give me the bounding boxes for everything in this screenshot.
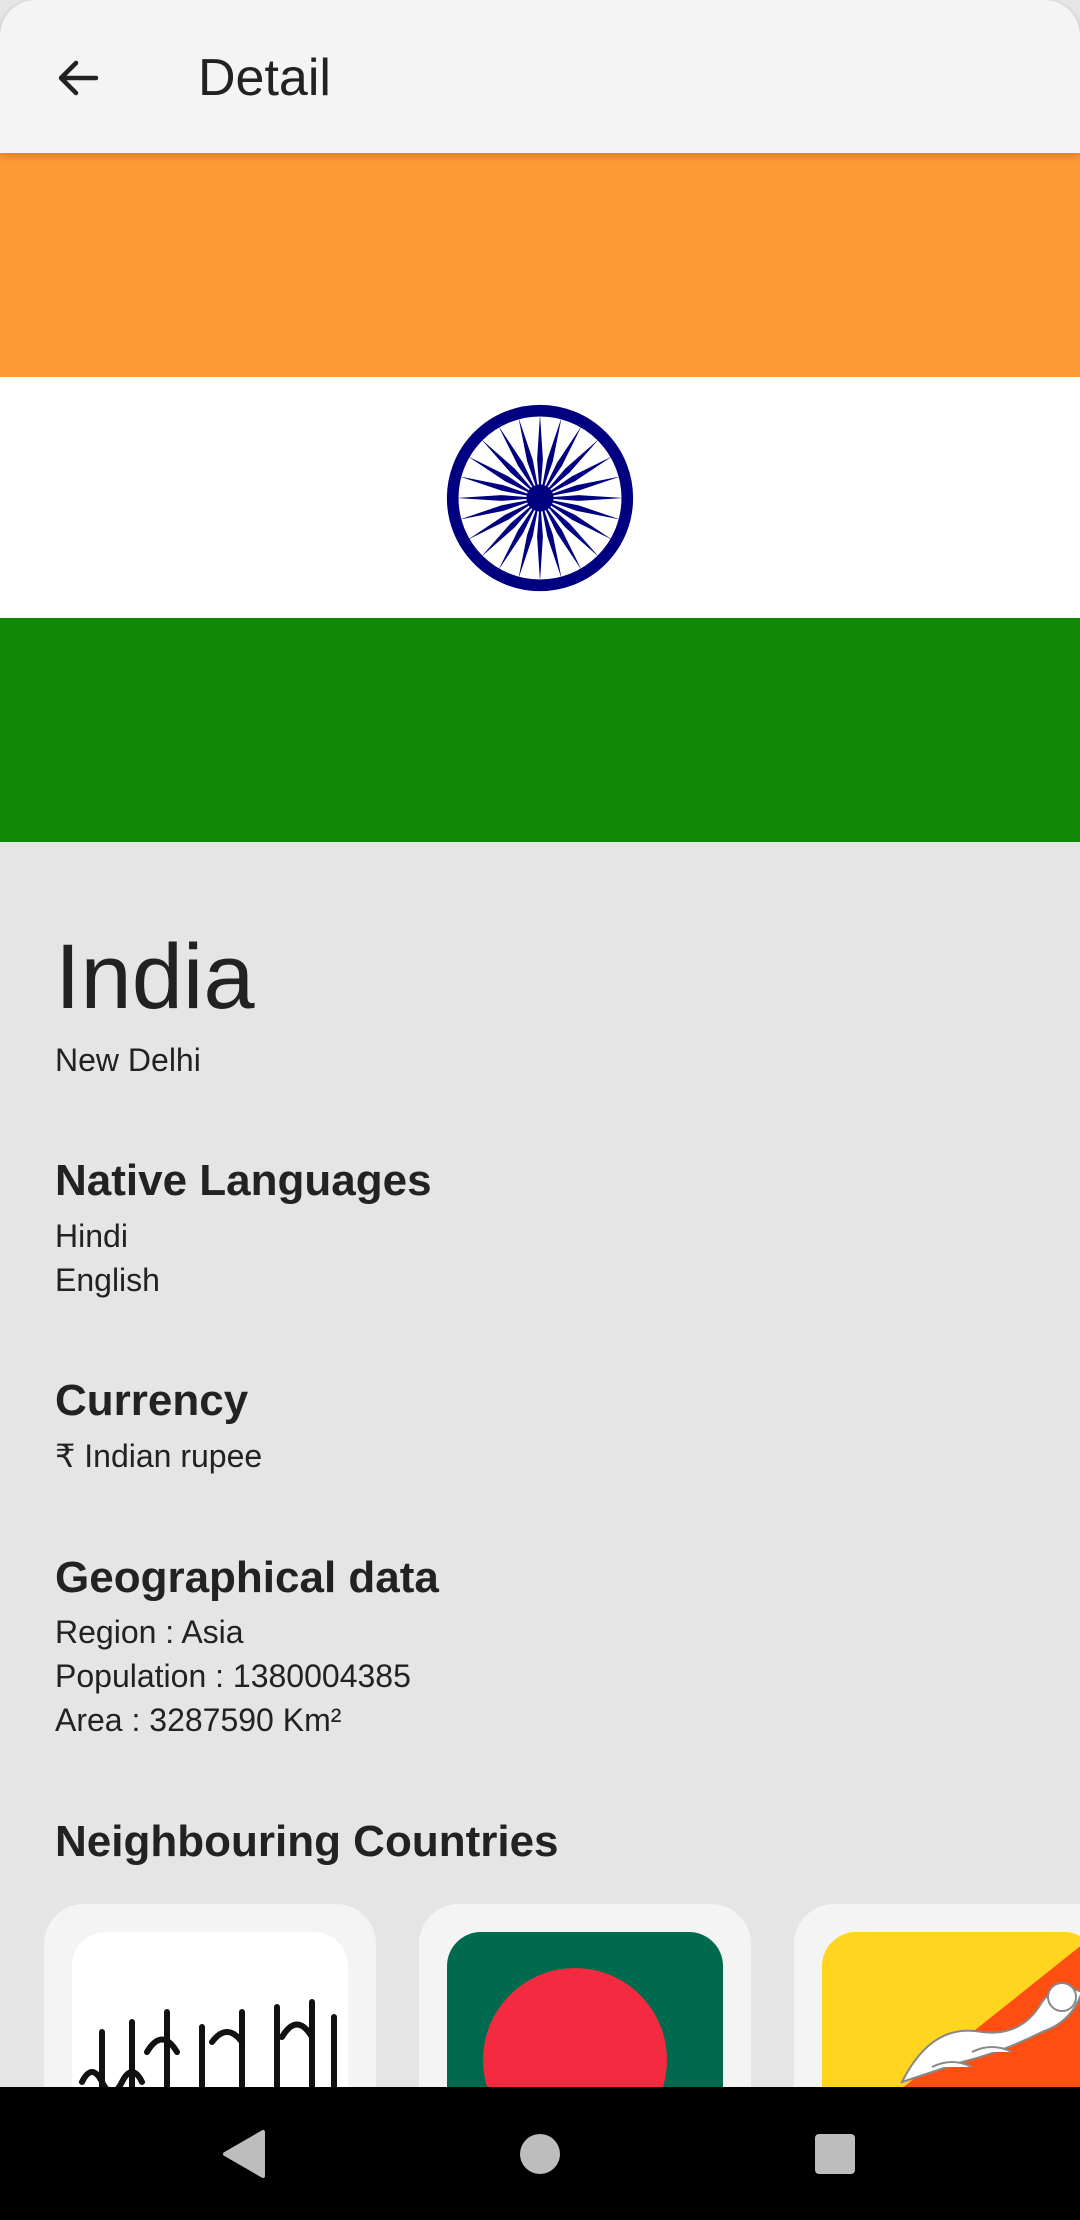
nav-recents-icon — [815, 2133, 855, 2174]
nav-back-button[interactable] — [183, 2087, 303, 2220]
flag-green-stripe — [0, 618, 1080, 842]
nav-home-button[interactable] — [480, 2087, 600, 2220]
currency-value: ₹ Indian rupee — [55, 1438, 263, 1474]
area-value: Area : 3287590 Km² — [55, 1702, 342, 1738]
arrow-left-icon — [58, 60, 99, 96]
languages-heading: Native Languages — [55, 1156, 432, 1205]
country-name: India — [55, 926, 255, 1028]
geo-heading: Geographical data — [55, 1553, 439, 1602]
language-item: English — [55, 1262, 160, 1298]
neighbours-heading: Neighbouring Countries — [55, 1817, 559, 1866]
nav-recents-button[interactable] — [775, 2087, 895, 2220]
app-bar: Detail — [0, 0, 1080, 153]
country-flag-image — [0, 153, 1080, 842]
population-value: Population : 1380004385 — [55, 1658, 411, 1694]
flag-saffron-stripe — [0, 153, 1080, 377]
nav-back-icon — [223, 2129, 265, 2178]
region-value: Region : Asia — [55, 1614, 244, 1650]
system-navigation-bar — [0, 2087, 1080, 2220]
nav-home-icon — [520, 2133, 560, 2174]
back-button[interactable] — [40, 40, 116, 116]
language-item: Hindi — [55, 1218, 128, 1254]
page-title: Detail — [198, 49, 331, 107]
ashoka-chakra-icon — [446, 404, 634, 592]
capital-city: New Delhi — [55, 1042, 201, 1078]
currency-heading: Currency — [55, 1376, 249, 1425]
